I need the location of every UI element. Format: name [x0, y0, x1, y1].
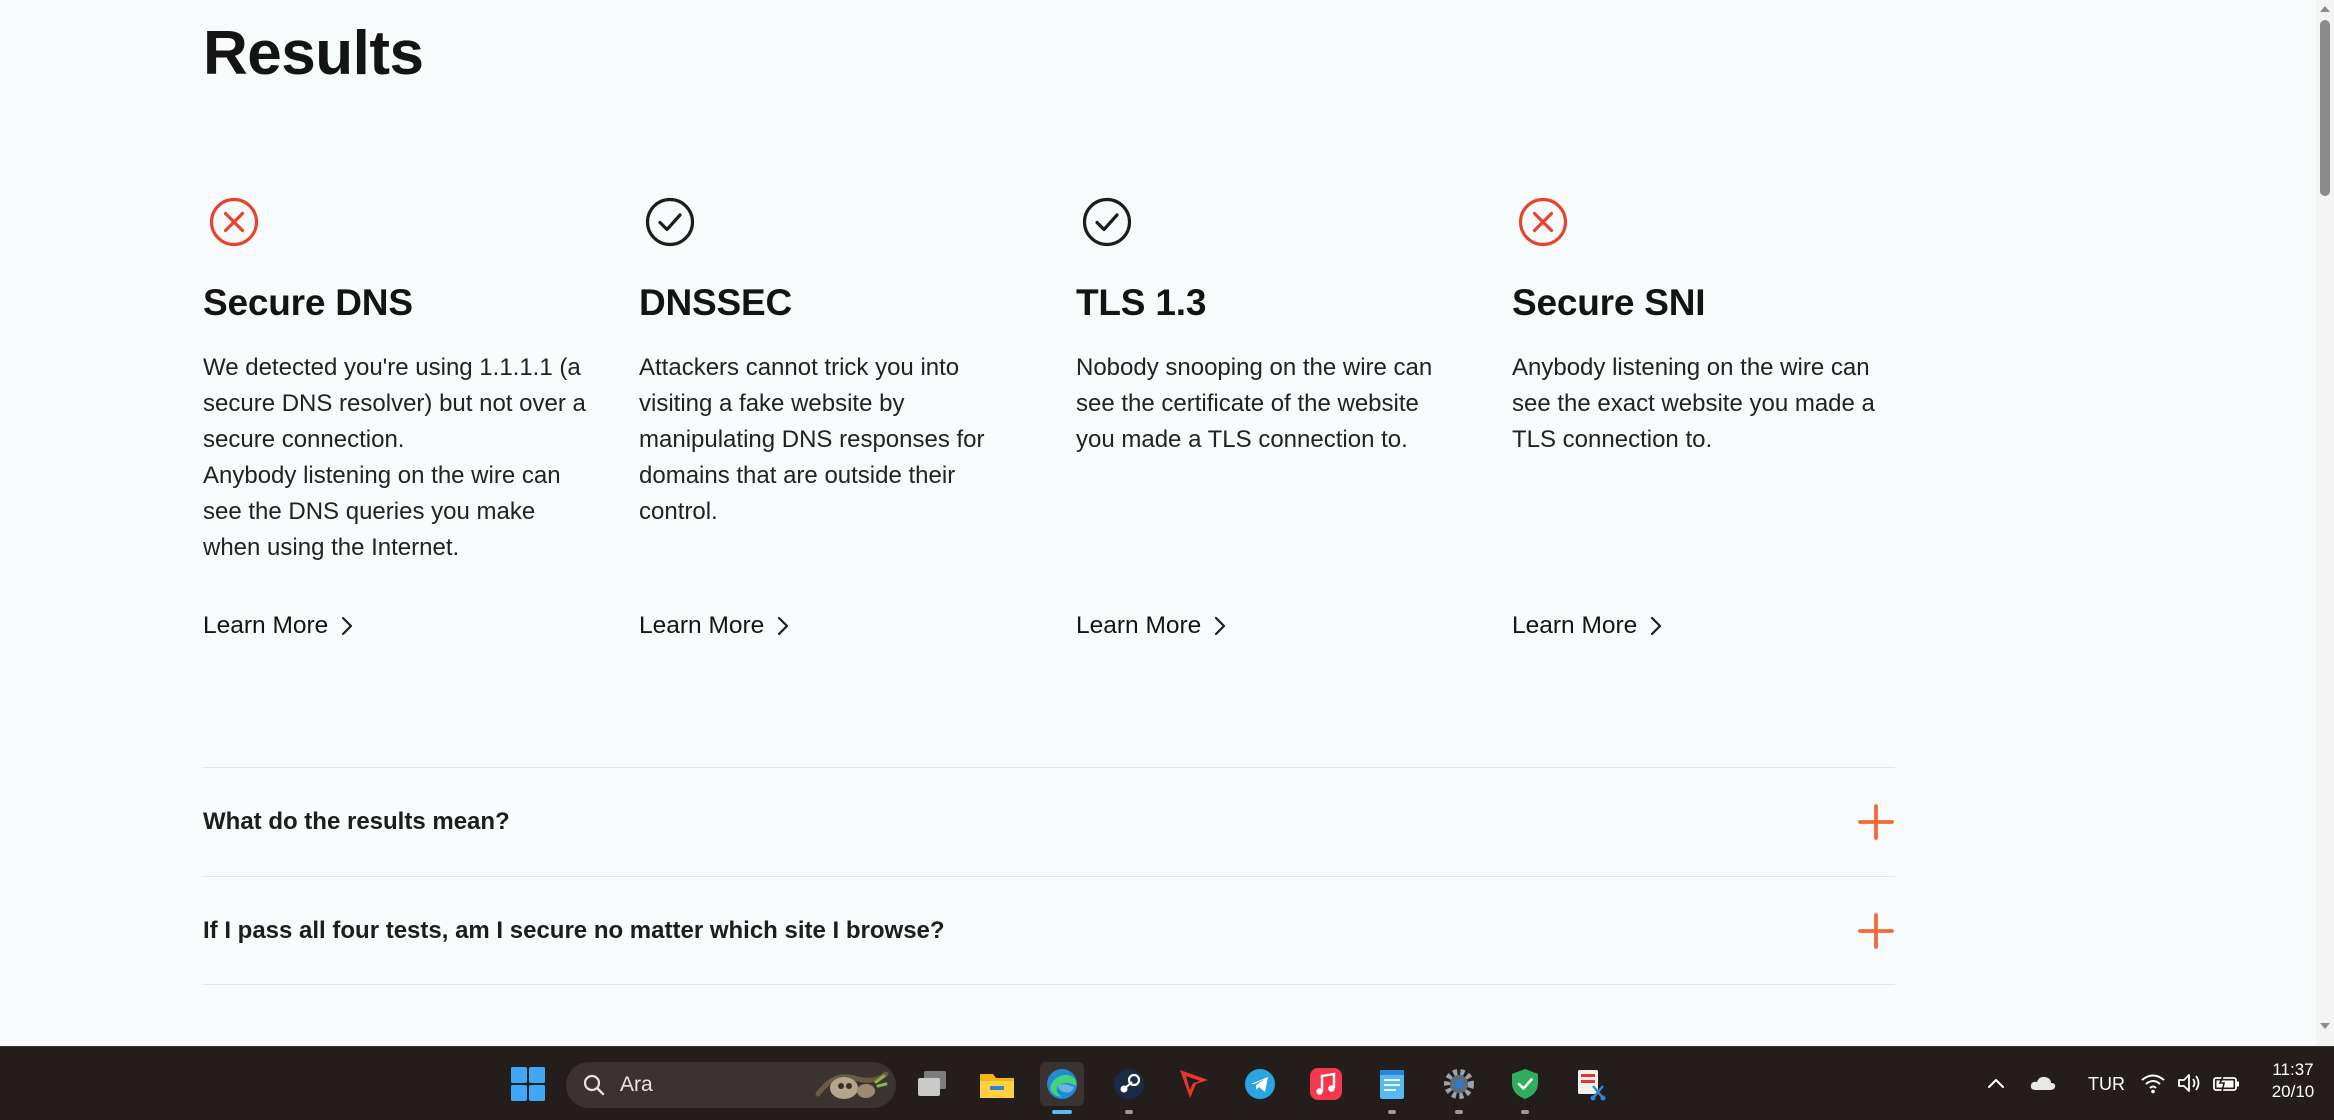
result-description: Nobody snooping on the wire can see the … [1076, 354, 1433, 453]
faq-item-results-meaning[interactable]: What do the results mean? [203, 767, 1895, 876]
learn-more-label: Learn More [1076, 612, 1202, 639]
clock-time: 11:37 [2272, 1060, 2314, 1079]
search-placeholder: Ara [620, 1073, 653, 1096]
search-icon [583, 1074, 605, 1096]
result-description: We detected you're using 1.1.1.1 (a secu… [203, 354, 586, 561]
result-title: DNSSEC [639, 282, 792, 323]
x-circle-icon [209, 197, 259, 247]
check-circle-icon [645, 197, 695, 247]
learn-more-label: Learn More [1512, 612, 1638, 639]
security-shield-icon [1512, 1069, 1538, 1099]
steam-icon [1114, 1069, 1144, 1099]
vertical-scrollbar[interactable] [2316, 0, 2334, 1046]
taskbar-security[interactable] [1503, 1062, 1547, 1114]
running-app-indicator [1455, 1110, 1463, 1114]
result-title: Secure DNS [203, 282, 413, 323]
browser-page: Results Secure DNS We detected you're us… [0, 0, 2316, 1046]
result-card-tls13: TLS 1.3 Nobody snooping on the wire can … [1076, 194, 1466, 458]
running-app-indicator [1521, 1110, 1529, 1114]
notepad-icon [1380, 1070, 1404, 1099]
taskbar-steam[interactable] [1107, 1062, 1151, 1114]
check-circle-icon [1082, 197, 1132, 247]
scroll-up-arrow-icon[interactable] [2319, 3, 2331, 15]
chevron-up-icon[interactable] [1986, 1075, 2006, 1091]
apple-music-icon [1310, 1068, 1342, 1100]
taskbar-snipping-tool[interactable] [1569, 1062, 1613, 1106]
taskbar-edge-browser[interactable] [1040, 1062, 1084, 1114]
learn-more-link-secure-dns[interactable]: Learn More [203, 612, 354, 640]
volume-icon[interactable] [2176, 1072, 2202, 1094]
result-title: Secure SNI [1512, 282, 1706, 323]
snipping-tool-icon [1578, 1070, 1606, 1101]
telegram-icon [1245, 1069, 1275, 1099]
taskbar-telegram[interactable] [1238, 1062, 1282, 1106]
input-language-indicator[interactable]: TUR [2088, 1074, 2125, 1095]
faq-question: If I pass all four tests, am I secure no… [203, 916, 945, 944]
plus-icon[interactable] [1858, 912, 1894, 949]
taskbar-file-explorer[interactable] [975, 1062, 1019, 1106]
result-card-secure-sni: Secure SNI Anybody listening on the wire… [1512, 194, 1902, 458]
running-app-indicator [1125, 1110, 1133, 1114]
learn-more-link-tls13[interactable]: Learn More [1076, 612, 1227, 640]
taskbar-media-player[interactable] [1172, 1062, 1216, 1106]
faq-item-four-tests[interactable]: If I pass all four tests, am I secure no… [203, 876, 1895, 985]
edge-browser-icon [1047, 1069, 1077, 1099]
search-highlight-illustration-icon [815, 1071, 889, 1099]
chevron-right-icon [1651, 616, 1662, 636]
chevron-right-icon [778, 616, 789, 636]
task-view-icon [918, 1071, 946, 1096]
taskbar-apple-music[interactable] [1304, 1062, 1348, 1106]
onedrive-cloud-icon[interactable] [2029, 1074, 2057, 1092]
windows-start-icon [511, 1067, 545, 1101]
plus-icon[interactable] [1858, 804, 1894, 840]
learn-more-label: Learn More [203, 612, 329, 639]
result-description: Attackers cannot trick you into visiting… [639, 354, 985, 525]
taskbar-notepad[interactable] [1370, 1062, 1414, 1114]
chevron-right-icon [342, 616, 353, 636]
file-explorer-icon [980, 1074, 1014, 1098]
wifi-icon[interactable] [2140, 1072, 2166, 1094]
result-title: TLS 1.3 [1076, 282, 1207, 323]
learn-more-label: Learn More [639, 612, 765, 639]
running-app-indicator [1388, 1110, 1396, 1114]
windows-start-button[interactable] [506, 1062, 550, 1106]
taskbar-settings[interactable] [1437, 1062, 1481, 1114]
page-title: Results [203, 19, 424, 88]
clock[interactable]: 11:37 20/10 [2263, 1059, 2323, 1103]
battery-charging-icon[interactable] [2212, 1072, 2242, 1094]
media-player-icon [1180, 1070, 1208, 1098]
result-card-secure-dns: Secure DNS We detected you're using 1.1.… [203, 194, 593, 566]
x-circle-icon [1518, 197, 1568, 247]
taskbar-search-box[interactable]: Ara [566, 1062, 896, 1108]
chevron-right-icon [1215, 616, 1226, 636]
clock-date: 20/10 [2271, 1082, 2315, 1101]
learn-more-link-secure-sni[interactable]: Learn More [1512, 612, 1663, 640]
result-description: Anybody listening on the wire can see th… [1512, 354, 1875, 453]
scrollbar-thumb[interactable] [2320, 20, 2330, 196]
taskbar-task-view[interactable] [910, 1062, 954, 1106]
active-app-indicator [1052, 1110, 1072, 1114]
learn-more-link-dnssec[interactable]: Learn More [639, 612, 790, 640]
settings-icon [1444, 1069, 1474, 1099]
result-card-dnssec: DNSSEC Attackers cannot trick you into v… [639, 194, 1029, 530]
scroll-down-arrow-icon[interactable] [2319, 1020, 2331, 1032]
windows-taskbar: Ara TUR 11:37 20/10 [0, 1046, 2334, 1120]
faq-question: What do the results mean? [203, 808, 510, 835]
